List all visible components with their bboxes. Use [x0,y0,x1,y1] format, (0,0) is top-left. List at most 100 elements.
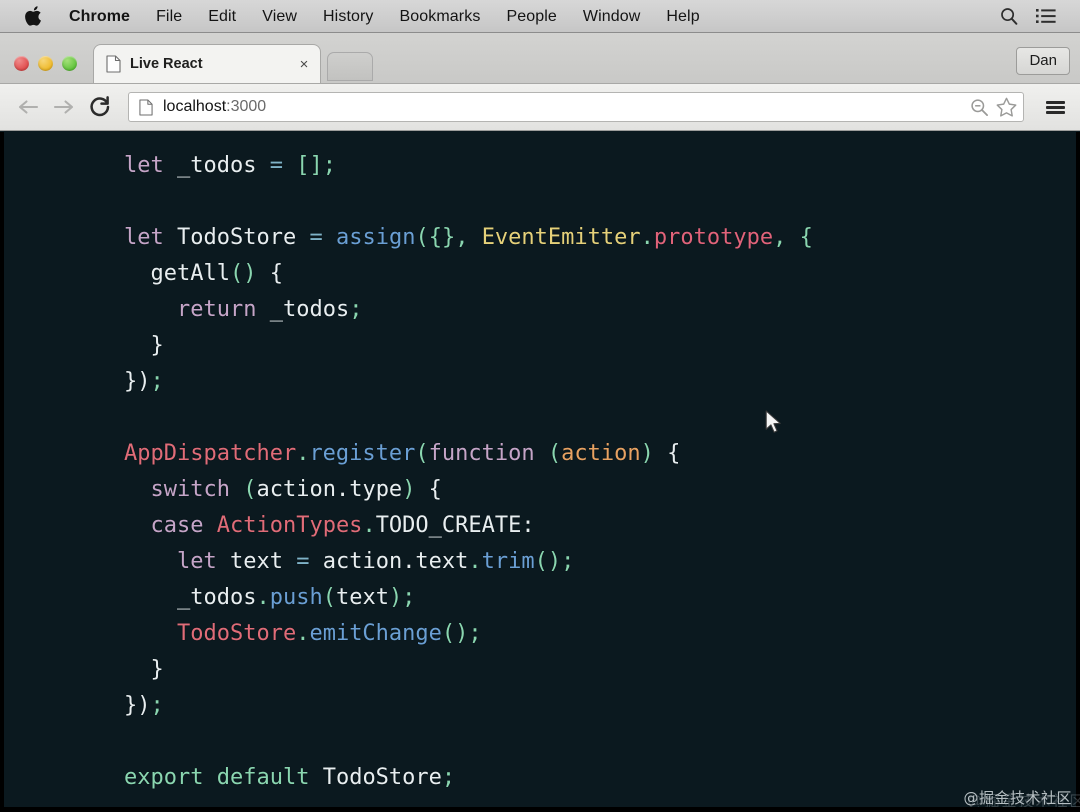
menu-item-edit[interactable]: Edit [195,0,249,33]
code-line: switch (action.type) { [124,472,813,508]
code-line: TodoStore.emitChange(); [124,616,813,652]
code-token: trim [481,549,535,574]
menu-item-window[interactable]: Window [570,0,654,33]
minimize-window-button[interactable] [38,56,53,71]
code-token: ) [640,441,654,466]
forward-button[interactable] [48,91,80,123]
menu-item-file[interactable]: File [143,0,195,33]
address-bar[interactable]: localhost:3000 [128,92,1024,122]
code-token: ; [349,297,363,322]
page-icon [139,99,153,116]
code-token: action [561,441,641,466]
code-token: ; [441,765,456,790]
apple-logo-icon[interactable] [20,6,46,26]
code-token: let [124,153,164,178]
code-token: } [150,657,164,682]
letterbox-right [1076,132,1080,812]
menu-bar-items: Chrome File Edit View History Bookmarks … [0,0,1000,33]
code-token: getAll [150,261,230,286]
menu-item-help[interactable]: Help [653,0,712,33]
menu-item-view[interactable]: View [249,0,310,33]
spotlight-search-icon[interactable] [1000,7,1018,25]
code-line: getAll() { [124,256,813,292]
address-bar-url[interactable]: localhost:3000 [163,98,963,116]
code-line: let text = action.text.trim(); [124,544,813,580]
notification-center-icon[interactable] [1036,8,1056,24]
maximize-window-button[interactable] [62,56,77,71]
code-token: ; [150,693,164,718]
code-line: }); [124,688,813,724]
code-token: (); [441,621,482,646]
code-token: . [468,549,482,574]
menu-bar-status-icons [1000,7,1070,25]
code-line: export default TodoStore; [124,760,813,796]
code-token: ); [388,585,416,610]
menu-item-history[interactable]: History [310,0,386,33]
code-token: { [269,261,283,286]
close-tab-button[interactable]: × [296,56,312,72]
close-window-button[interactable] [14,56,29,71]
code-token: ( [415,441,429,466]
code-line: return _todos; [124,292,813,328]
browser-tab-strip: Live React × Dan [0,33,1080,84]
letterbox-left [0,132,4,812]
code-token: . [296,441,310,466]
code-line: } [124,328,813,364]
letterbox-bottom [0,807,1080,812]
code-token: ActionTypes [216,513,363,538]
browser-tab-live-react[interactable]: Live React × [93,44,321,83]
code-token: function [428,441,535,466]
code-token: . [296,621,310,646]
reload-button[interactable] [84,91,116,123]
macos-menu-bar: Chrome File Edit View History Bookmarks … [0,0,1080,33]
code-token: let [124,225,164,250]
source-code: let _todos = []; let TodoStore = assign(… [124,148,813,796]
page-icon [106,55,121,73]
code-token: default [216,765,310,790]
back-button[interactable] [12,91,44,123]
profile-button[interactable]: Dan [1016,46,1070,75]
code-token: . [256,585,270,610]
code-token: TodoStore [322,765,442,790]
menu-item-chrome[interactable]: Chrome [56,0,143,33]
browser-toolbar: localhost:3000 [0,84,1080,131]
zoom-out-icon[interactable] [970,98,989,117]
code-token: } [150,333,164,358]
menu-item-bookmarks[interactable]: Bookmarks [387,0,494,33]
code-token: ({}, [415,225,482,250]
new-tab-button[interactable] [327,52,373,81]
bookmark-star-icon[interactable] [996,97,1017,117]
url-host: localhost [163,98,227,115]
code-token: ; [150,369,164,394]
chrome-menu-icon[interactable] [1040,92,1070,122]
menu-item-people[interactable]: People [493,0,569,33]
code-token: action.text [322,549,469,574]
watermark: @掘金技术社区 @掘金技术社区 [963,787,1080,810]
window-controls [0,56,89,83]
code-token: TodoStore [176,621,297,646]
code-line: } [124,652,813,688]
code-line: case ActionTypes.TODO_CREATE: [124,508,813,544]
code-token: push [269,585,323,610]
url-port: :3000 [226,98,267,115]
code-token: = [309,225,323,250]
browser-window: Chrome File Edit View History Bookmarks … [0,0,1080,812]
